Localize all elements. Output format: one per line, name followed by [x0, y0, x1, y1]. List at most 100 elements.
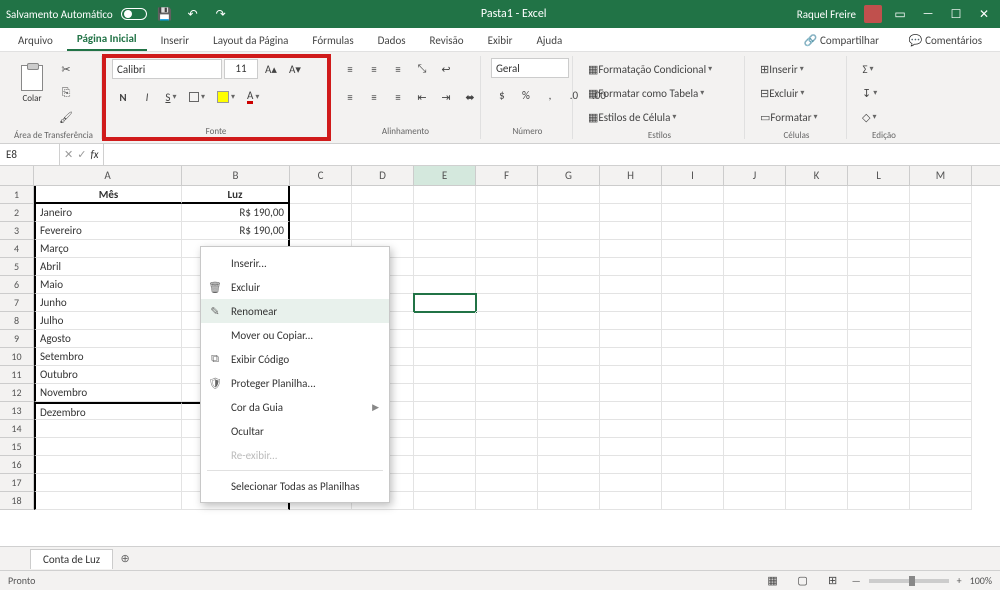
row-header[interactable]: 17 — [0, 474, 34, 492]
cell[interactable] — [476, 402, 538, 420]
tab-ajuda[interactable]: Ajuda — [526, 30, 572, 51]
cell[interactable] — [786, 276, 848, 294]
cell[interactable] — [910, 384, 972, 402]
cell[interactable] — [476, 312, 538, 330]
cell[interactable] — [662, 348, 724, 366]
cell[interactable] — [662, 402, 724, 420]
select-all-corner[interactable] — [0, 166, 34, 185]
cell[interactable] — [34, 420, 182, 438]
ctx-excluir[interactable]: 🗑Excluir — [201, 275, 389, 299]
cell[interactable] — [848, 348, 910, 366]
cell[interactable] — [290, 222, 352, 240]
cell[interactable] — [724, 402, 786, 420]
minimize-icon[interactable]: — — [918, 4, 938, 24]
cell[interactable] — [662, 384, 724, 402]
tab-formulas[interactable]: Fórmulas — [302, 30, 363, 51]
cell[interactable] — [600, 456, 662, 474]
cell[interactable] — [910, 276, 972, 294]
formula-input[interactable] — [104, 144, 1000, 165]
cell[interactable] — [414, 384, 476, 402]
cell[interactable]: Outubro — [34, 366, 182, 384]
tab-arquivo[interactable]: Arquivo — [8, 30, 63, 51]
cell[interactable] — [662, 456, 724, 474]
cell[interactable] — [476, 456, 538, 474]
cell[interactable] — [538, 222, 600, 240]
cell[interactable] — [848, 222, 910, 240]
cell[interactable] — [600, 276, 662, 294]
align-top-icon[interactable]: ≡ — [339, 58, 361, 80]
cell-styles-button[interactable]: ▦ Estilos de Célula ▾ — [583, 106, 736, 128]
view-normal-icon[interactable]: ▦ — [762, 570, 784, 592]
cell[interactable] — [848, 294, 910, 312]
cell[interactable] — [910, 348, 972, 366]
cell[interactable] — [600, 384, 662, 402]
cell[interactable]: Maio — [34, 276, 182, 294]
row-header[interactable]: 3 — [0, 222, 34, 240]
new-sheet-button[interactable]: ⊕ — [115, 549, 135, 569]
cell[interactable] — [538, 402, 600, 420]
cell[interactable] — [600, 420, 662, 438]
cell[interactable] — [538, 456, 600, 474]
cell[interactable] — [848, 258, 910, 276]
cell[interactable] — [786, 348, 848, 366]
cell[interactable] — [414, 456, 476, 474]
cell[interactable] — [724, 186, 786, 204]
font-color-button[interactable]: A▾ — [242, 86, 264, 108]
ctx-proteger[interactable]: 🛡Proteger Planilha... — [201, 371, 389, 395]
cell[interactable] — [662, 294, 724, 312]
zoom-out-icon[interactable]: — — [852, 574, 861, 587]
cell[interactable] — [848, 240, 910, 258]
cell[interactable] — [414, 186, 476, 204]
orientation-icon[interactable]: ⤡ — [411, 58, 433, 80]
cell[interactable] — [910, 420, 972, 438]
align-center-icon[interactable]: ≡ — [363, 86, 385, 108]
cell[interactable] — [600, 492, 662, 510]
col-header-d[interactable]: D — [352, 166, 414, 185]
cell[interactable] — [414, 348, 476, 366]
user-avatar[interactable] — [864, 5, 882, 23]
cell[interactable] — [662, 492, 724, 510]
row-header[interactable]: 4 — [0, 240, 34, 258]
cell[interactable] — [724, 366, 786, 384]
row-header[interactable]: 16 — [0, 456, 34, 474]
cell[interactable]: Março — [34, 240, 182, 258]
cell[interactable] — [910, 222, 972, 240]
cell[interactable] — [848, 312, 910, 330]
name-box[interactable]: E8 — [0, 144, 60, 165]
col-header-k[interactable]: K — [786, 166, 848, 185]
cell[interactable] — [910, 474, 972, 492]
cell[interactable] — [786, 492, 848, 510]
zoom-level[interactable]: 100% — [970, 574, 992, 587]
cell[interactable] — [662, 222, 724, 240]
cell[interactable] — [724, 456, 786, 474]
cell[interactable] — [786, 438, 848, 456]
col-header-f[interactable]: F — [476, 166, 538, 185]
cell[interactable] — [414, 312, 476, 330]
cell[interactable] — [538, 294, 600, 312]
save-icon[interactable]: 💾 — [155, 4, 175, 24]
row-header[interactable]: 1 — [0, 186, 34, 204]
increase-font-icon[interactable]: A▴ — [260, 58, 282, 80]
cell[interactable] — [34, 438, 182, 456]
cell[interactable] — [414, 420, 476, 438]
cell[interactable] — [662, 474, 724, 492]
ctx-ocultar[interactable]: Ocultar — [201, 419, 389, 443]
cell[interactable] — [724, 492, 786, 510]
cell[interactable] — [848, 438, 910, 456]
cell[interactable] — [786, 402, 848, 420]
ctx-renomear[interactable]: ✎Renomear — [201, 299, 389, 323]
row-header[interactable]: 7 — [0, 294, 34, 312]
sheet-tab-active[interactable]: Conta de Luz — [30, 549, 113, 569]
cell[interactable] — [600, 402, 662, 420]
cell[interactable] — [538, 348, 600, 366]
cell[interactable] — [414, 294, 476, 312]
cell[interactable]: Setembro — [34, 348, 182, 366]
cell[interactable] — [476, 438, 538, 456]
col-header-b[interactable]: B — [182, 166, 290, 185]
cell[interactable] — [476, 420, 538, 438]
cell[interactable]: Janeiro — [34, 204, 182, 222]
cell[interactable] — [414, 366, 476, 384]
cell[interactable] — [34, 492, 182, 510]
align-bottom-icon[interactable]: ≡ — [387, 58, 409, 80]
cell[interactable] — [848, 456, 910, 474]
